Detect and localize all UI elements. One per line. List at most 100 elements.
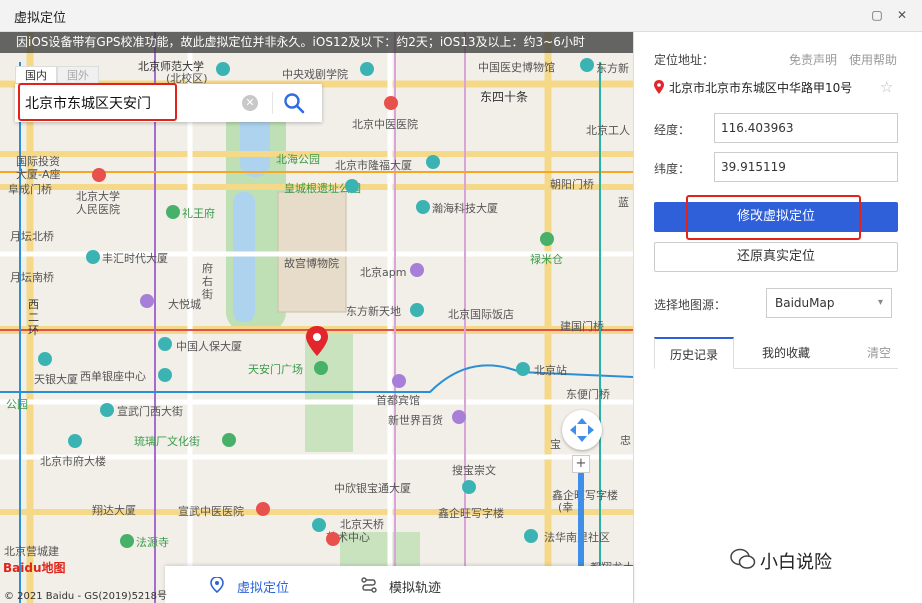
- map-region-tabs: 国内 国外: [15, 66, 99, 84]
- title-bar: 虚拟定位 ▢ ✕: [0, 0, 922, 32]
- map-label: 公园: [6, 398, 28, 411]
- map-source-select[interactable]: BaiduMap ▾: [766, 288, 892, 318]
- poi-marker[interactable]: [158, 337, 172, 351]
- map-label: 中央戏剧学院: [282, 68, 348, 81]
- map-label: 鑫企旺写字楼: [438, 507, 504, 520]
- poi-marker[interactable]: [580, 58, 594, 72]
- star-icon[interactable]: ☆: [880, 78, 893, 96]
- poi-marker[interactable]: [86, 250, 100, 264]
- restore-button[interactable]: ▢: [868, 6, 886, 24]
- poi-marker[interactable]: [516, 362, 530, 376]
- baidu-logo: Baidu地图: [3, 561, 66, 575]
- poi-marker[interactable]: [384, 96, 398, 110]
- poi-marker[interactable]: [38, 352, 52, 366]
- poi-marker[interactable]: [216, 62, 230, 76]
- map-label: 环: [28, 324, 39, 337]
- poi-marker[interactable]: [360, 62, 374, 76]
- map-label: 翔达大厦: [92, 504, 136, 517]
- map-label: 北京营城建: [4, 545, 59, 558]
- poi-marker[interactable]: [158, 368, 172, 382]
- pan-control[interactable]: [562, 410, 602, 450]
- zoom-in-button[interactable]: +: [572, 455, 590, 473]
- search-icon[interactable]: [283, 92, 305, 114]
- map-label: 禄米仓: [530, 253, 563, 266]
- map-label: 大厦-A座: [16, 168, 61, 181]
- poi-marker[interactable]: [345, 179, 359, 193]
- pan-arrows-icon: [570, 418, 594, 442]
- disclaimer-link[interactable]: 免责声明: [789, 51, 837, 68]
- location-address-label: 定位地址：: [654, 53, 715, 67]
- map-label: 忠: [620, 434, 631, 447]
- poi-marker[interactable]: [68, 434, 82, 448]
- map-source-label: 选择地图源：: [654, 298, 727, 312]
- map-label: 故宫博物院: [284, 257, 339, 270]
- bottom-mode-tabs: 虚拟定位 模拟轨迹: [165, 566, 633, 603]
- close-button[interactable]: ✕: [893, 6, 911, 24]
- map-label: 丰汇时代大厦: [102, 252, 168, 265]
- map-label: 北京工人: [586, 124, 630, 137]
- map-label: (幸: [558, 501, 574, 514]
- map-label: 北京市府大楼: [40, 455, 106, 468]
- tab-simulated-track[interactable]: 模拟轨迹: [389, 577, 441, 596]
- map-label: 建国门桥: [560, 320, 604, 333]
- map-pin-icon: [654, 80, 664, 94]
- map-label: 朝阳门桥: [550, 178, 594, 191]
- poi-marker[interactable]: [426, 155, 440, 169]
- poi-marker[interactable]: [92, 168, 106, 182]
- poi-marker[interactable]: [410, 263, 424, 277]
- poi-marker[interactable]: [222, 433, 236, 447]
- map-source-value: BaiduMap: [775, 296, 835, 310]
- map-label: 月坛南桥: [10, 271, 54, 284]
- tab-virtual-location[interactable]: 虚拟定位: [237, 577, 289, 596]
- map-label: 北京市隆福大厦: [335, 159, 412, 172]
- map-label: 北京中医医院: [352, 118, 418, 131]
- poi-marker[interactable]: [452, 410, 466, 424]
- wechat-icon: [730, 548, 756, 569]
- poi-marker[interactable]: [140, 294, 154, 308]
- poi-marker[interactable]: [410, 303, 424, 317]
- poi-marker[interactable]: [540, 232, 554, 246]
- location-pin-icon[interactable]: [306, 326, 328, 356]
- virtual-location-icon: [210, 577, 224, 593]
- tab-history[interactable]: 历史记录: [654, 337, 734, 369]
- history-tabs: 历史记录 我的收藏 清空: [654, 337, 898, 369]
- poi-marker[interactable]: [524, 529, 538, 543]
- help-link[interactable]: 使用帮助: [849, 51, 897, 68]
- map-label: 宝: [550, 438, 561, 451]
- poi-marker[interactable]: [392, 374, 406, 388]
- latitude-field[interactable]: 39.915119: [714, 152, 898, 182]
- map-label: 街: [202, 288, 213, 301]
- poi-marker[interactable]: [326, 532, 340, 546]
- latitude-label: 纬度：: [654, 162, 691, 176]
- poi-marker[interactable]: [100, 403, 114, 417]
- poi-marker[interactable]: [416, 200, 430, 214]
- highlight-box: [18, 83, 177, 121]
- tab-favorites[interactable]: 我的收藏: [746, 337, 826, 369]
- poi-marker[interactable]: [120, 534, 134, 548]
- map-label: 瀚海科技大厦: [432, 202, 498, 215]
- poi-marker[interactable]: [166, 205, 180, 219]
- map-label: 北京apm: [360, 266, 407, 279]
- tab-domestic[interactable]: 国内: [15, 66, 57, 84]
- map-label: 北京国际饭店: [448, 308, 514, 321]
- clear-icon[interactable]: ✕: [242, 95, 258, 111]
- map-label: 西单银座中心: [80, 370, 146, 383]
- map-label: 蓝: [618, 196, 629, 209]
- map-label: 东方新天地: [346, 305, 401, 318]
- map-label: 搜宝崇文: [452, 464, 496, 477]
- map-label: 东便门桥: [566, 388, 610, 401]
- clear-history-button[interactable]: 清空: [860, 337, 898, 369]
- poi-marker[interactable]: [256, 502, 270, 516]
- tab-foreign[interactable]: 国外: [57, 66, 99, 84]
- map-label: 人民医院: [76, 203, 120, 216]
- longitude-field[interactable]: 116.403963: [714, 113, 898, 143]
- poi-marker[interactable]: [462, 480, 476, 494]
- poi-marker[interactable]: [314, 361, 328, 375]
- track-icon: [361, 577, 377, 593]
- map-label: 大悦城: [168, 298, 201, 311]
- poi-marker[interactable]: [312, 518, 326, 532]
- map-label: 新世界百货: [388, 414, 443, 427]
- zoom-slider[interactable]: [578, 472, 584, 572]
- map-label: 天安门广场: [248, 363, 303, 376]
- restore-real-location-button[interactable]: 还原真实定位: [654, 242, 898, 272]
